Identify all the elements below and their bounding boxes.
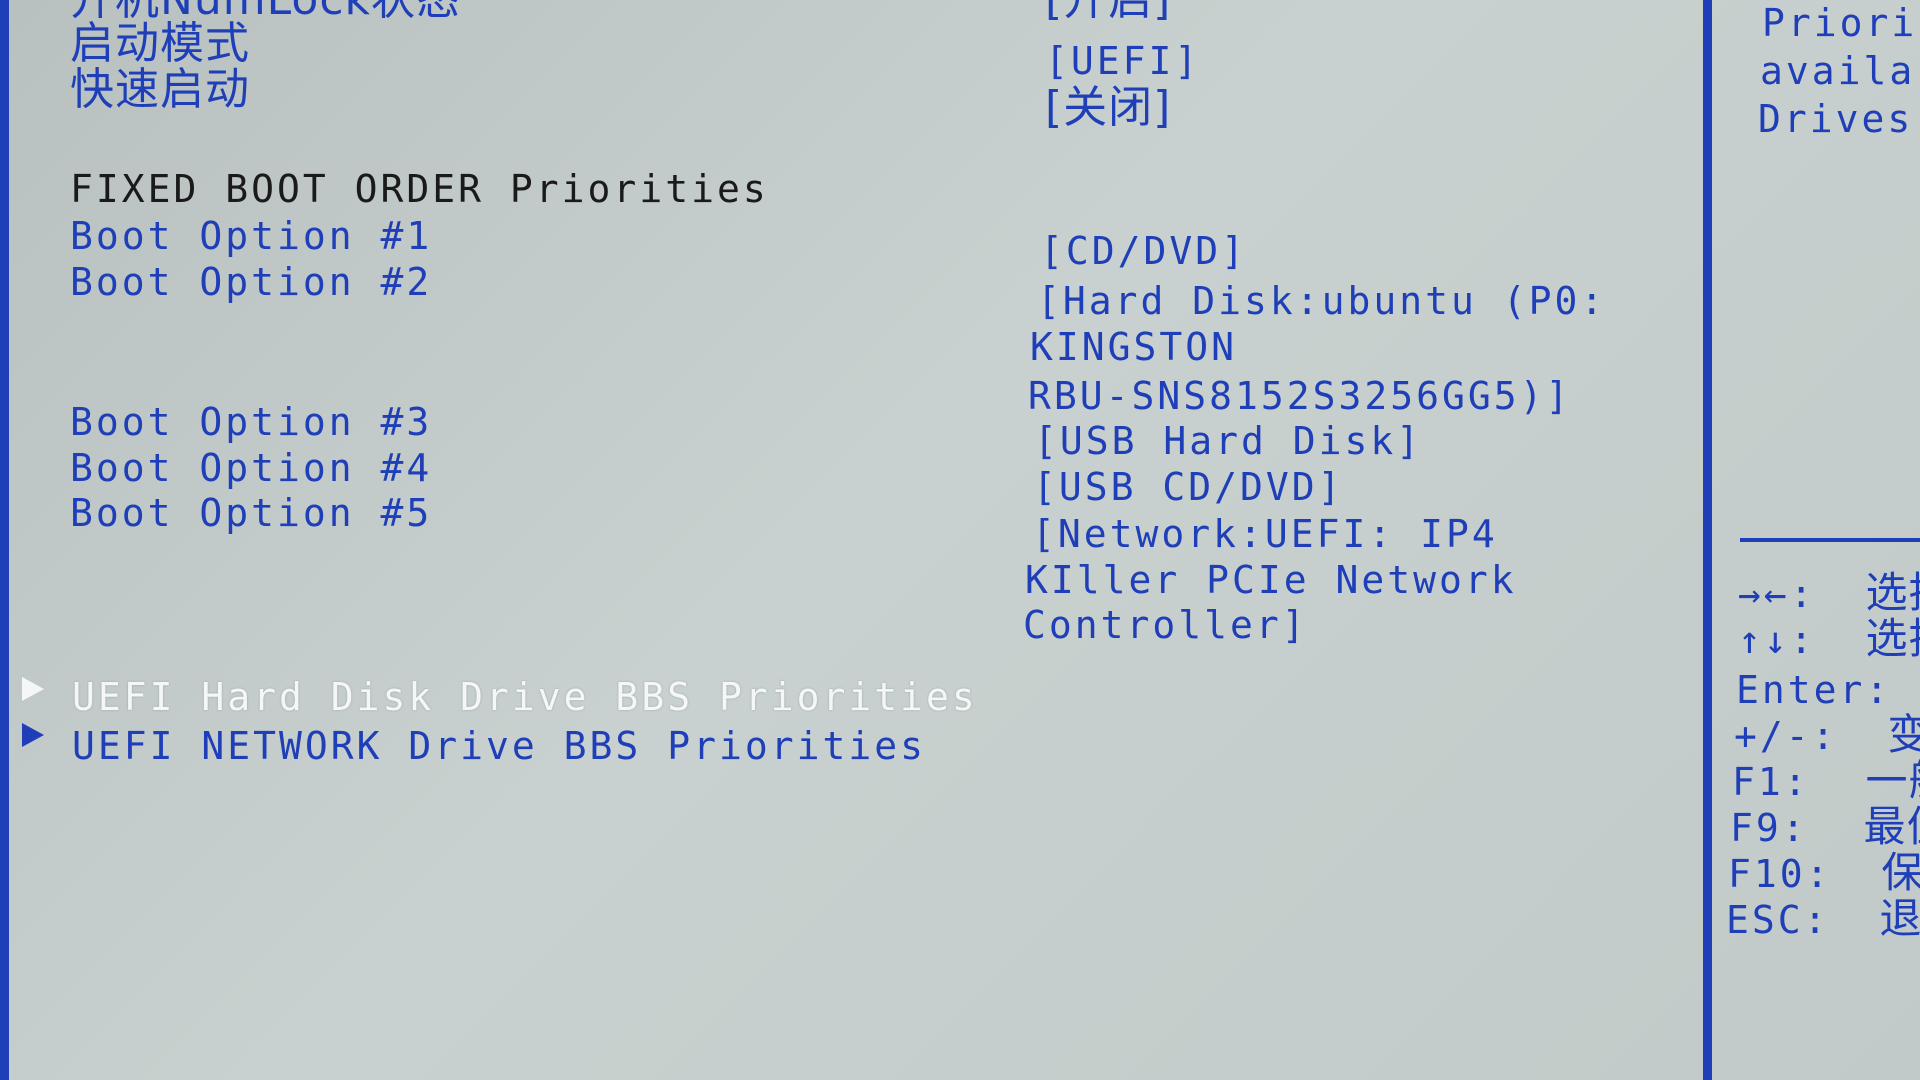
boot-option-5-value-line2: KIller PCIe Network bbox=[1025, 558, 1517, 602]
submenu-network-bbs[interactable]: UEFI NETWORK Drive BBS Priorities bbox=[72, 727, 926, 765]
boot-option-2-label[interactable]: Boot Option #2 bbox=[70, 263, 432, 301]
help-key-desc: 一般 bbox=[1865, 756, 1920, 805]
boot-option-5-label[interactable]: Boot Option #5 bbox=[70, 494, 432, 532]
help-key-label: +/-: bbox=[1734, 714, 1838, 758]
help-key-f1: F1: 一般 bbox=[1732, 760, 1920, 802]
boot-option-4-value[interactable]: [USB CD/DVD] bbox=[1033, 468, 1344, 506]
help-key-desc: 退出 bbox=[1879, 894, 1920, 943]
help-key-desc: 变 bbox=[1887, 710, 1920, 759]
submenu-arrow-icon bbox=[22, 677, 44, 701]
boot-option-5-value-line1[interactable]: [Network:UEFI: IP4 bbox=[1032, 515, 1498, 553]
help-key-f9: F9: 最佳 bbox=[1730, 806, 1920, 848]
help-panel-separator bbox=[1740, 538, 1920, 542]
help-key-desc: 选择 bbox=[1865, 568, 1920, 617]
help-key-label: F9: bbox=[1730, 806, 1808, 850]
help-key-desc: 保存 bbox=[1881, 848, 1920, 897]
fixed-boot-order-header: FIXED BOOT ORDER Priorities bbox=[70, 167, 769, 211]
help-panel-divider bbox=[1703, 0, 1712, 1080]
help-key-esc: ESC: 退出 bbox=[1726, 898, 1920, 940]
boot-option-2-value-line1[interactable]: [Hard Disk:ubuntu (P0: bbox=[1037, 282, 1606, 320]
help-description-line2: availa bbox=[1760, 49, 1916, 93]
fast-boot-value[interactable]: [关闭] bbox=[1045, 86, 1171, 130]
help-key-label: F10: bbox=[1728, 852, 1832, 896]
help-key-f10: F10: 保存 bbox=[1728, 852, 1920, 894]
help-description-line1: Priori bbox=[1762, 1, 1918, 45]
help-key-enter: Enter: bbox=[1736, 668, 1905, 710]
boot-option-4-label[interactable]: Boot Option #4 bbox=[70, 449, 432, 487]
help-key-up-down: ↑↓: 选择 bbox=[1738, 618, 1920, 660]
boot-option-3-value[interactable]: [USB Hard Disk] bbox=[1034, 422, 1422, 460]
help-description-line3: Drives bbox=[1758, 97, 1914, 141]
help-key-label: Enter: bbox=[1736, 668, 1892, 712]
boot-option-2-value-line2: KINGSTON bbox=[1030, 325, 1238, 369]
help-key-desc: 选择 bbox=[1865, 614, 1920, 663]
help-key-label: →←: bbox=[1738, 572, 1816, 616]
submenu-arrow-icon bbox=[22, 723, 44, 747]
help-key-desc: 最佳 bbox=[1863, 802, 1920, 851]
boot-option-5-value-line3: Controller] bbox=[1023, 603, 1308, 647]
help-key-label: F1: bbox=[1732, 760, 1810, 804]
help-key-left-right: →←: 选择 bbox=[1738, 572, 1920, 614]
boot-mode-value[interactable]: [UEFI] bbox=[1045, 42, 1200, 80]
help-key-label: ↑↓: bbox=[1738, 618, 1816, 662]
numlock-value[interactable]: [开启] bbox=[1045, 0, 1171, 22]
boot-option-1-value[interactable]: [CD/DVD] bbox=[1040, 232, 1247, 270]
left-frame-border bbox=[0, 0, 9, 1080]
boot-option-3-label[interactable]: Boot Option #3 bbox=[70, 403, 432, 441]
fast-boot-label[interactable]: 快速启动 bbox=[70, 68, 250, 112]
help-key-plus-minus: +/-: 变 bbox=[1734, 714, 1920, 756]
boot-option-2-value-line3: RBU-SNS8152S3256GG5)] bbox=[1028, 374, 1572, 418]
bios-screen: 开机NumLock状态 [开启] 启动模式 [UEFI] 快速启动 [关闭] F… bbox=[0, 0, 1920, 1080]
submenu-hard-disk-bbs[interactable]: UEFI Hard Disk Drive BBS Priorities bbox=[72, 678, 978, 716]
boot-option-1-label[interactable]: Boot Option #1 bbox=[70, 217, 432, 255]
help-key-label: ESC: bbox=[1726, 898, 1830, 942]
boot-mode-label[interactable]: 启动模式 bbox=[70, 22, 250, 66]
